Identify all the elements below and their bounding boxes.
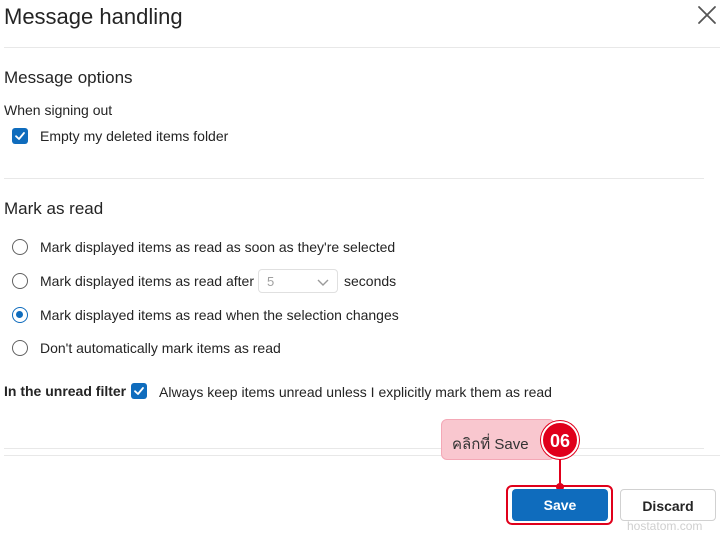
dialog-title: Message handling (4, 4, 183, 29)
close-icon (698, 6, 716, 24)
discard-button[interactable]: Discard (620, 489, 716, 521)
unread-filter-label: In the unread filter (4, 383, 127, 399)
annotation-callout: คลิกที่ Save (441, 419, 555, 460)
section-divider (4, 178, 704, 179)
header-divider (4, 47, 720, 48)
checkmark-icon (134, 387, 144, 395)
radio-mark-on-select[interactable] (12, 239, 28, 255)
annotation-callout-text: คลิกที่ Save (452, 436, 529, 453)
keep-unread-checkbox[interactable] (131, 383, 147, 399)
signout-label: When signing out (4, 102, 113, 118)
radio-mark-after-delay[interactable] (12, 273, 28, 289)
mark-as-read-heading: Mark as read (4, 199, 104, 218)
step-number: 06 (549, 431, 571, 451)
dont-mark-label[interactable]: Don't automatically mark items as read (40, 340, 281, 356)
annotation-connector (559, 459, 561, 486)
radio-mark-on-selection-change[interactable] (12, 307, 28, 323)
mark-after-delay-label[interactable]: Mark displayed items as read after (40, 273, 254, 289)
seconds-label: seconds (344, 273, 397, 289)
checkmark-icon (15, 132, 25, 140)
radio-dont-mark[interactable] (12, 340, 28, 356)
save-button-label: Save (543, 497, 577, 513)
message-options-heading: Message options (4, 68, 133, 87)
watermark: hostatom.com (627, 519, 703, 533)
discard-button-label: Discard (642, 498, 694, 514)
mark-on-select-label[interactable]: Mark displayed items as read as soon as … (40, 239, 395, 255)
content-divider (4, 448, 704, 449)
footer-divider (4, 455, 720, 456)
empty-deleted-checkbox[interactable] (12, 128, 28, 144)
close-button[interactable] (694, 2, 720, 28)
step-badge: 06 (541, 421, 579, 459)
empty-deleted-label[interactable]: Empty my deleted items folder (40, 128, 228, 144)
chevron-down-icon (317, 279, 329, 286)
delay-seconds-value: 5 (267, 274, 275, 289)
save-button[interactable]: Save (512, 489, 608, 521)
mark-on-selection-change-label[interactable]: Mark displayed items as read when the se… (40, 307, 399, 323)
keep-unread-label[interactable]: Always keep items unread unless I explic… (159, 384, 552, 400)
delay-seconds-dropdown[interactable]: 5 (258, 269, 338, 293)
